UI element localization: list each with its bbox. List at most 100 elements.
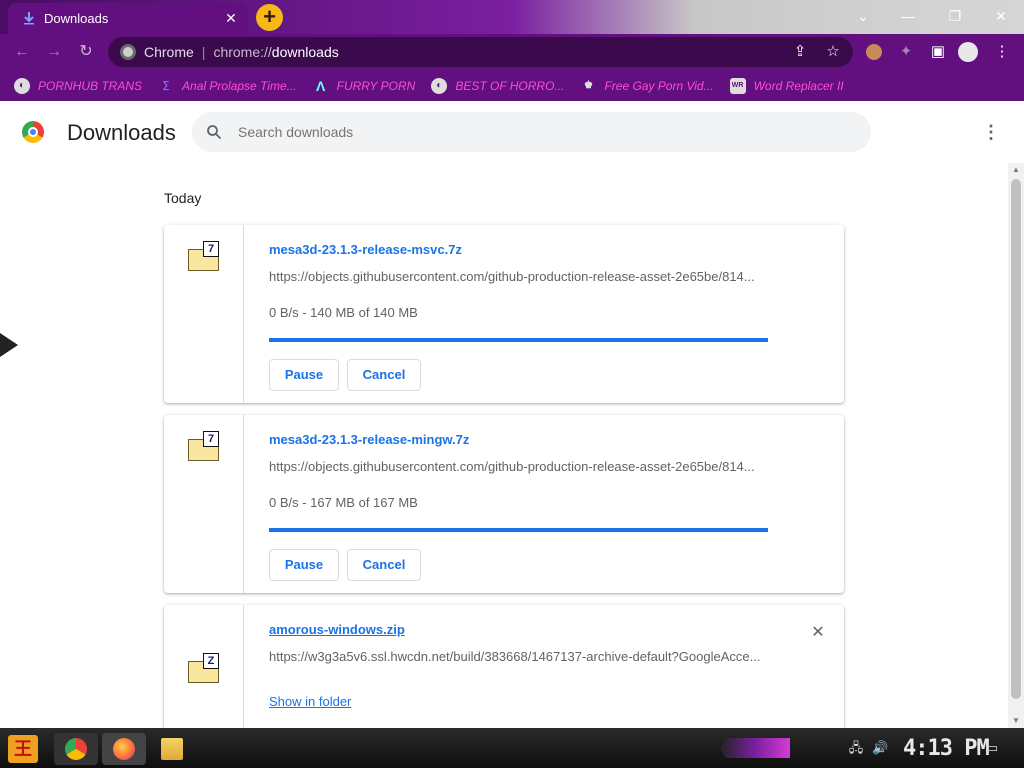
- file-name-link[interactable]: mesa3d-23.1.3-release-msvc.7z: [269, 242, 462, 257]
- toolbar: ← → ↻ Chrome | chrome:// downloads ⇪ ☆ ✦…: [0, 34, 1024, 70]
- globe-icon: ◐: [14, 77, 30, 94]
- file-name-link[interactable]: mesa3d-23.1.3-release-mingw.7z: [269, 432, 469, 447]
- bookmark-label: PORNHUB TRANS: [38, 78, 143, 93]
- url-path: downloads: [271, 44, 339, 60]
- cancel-button[interactable]: Cancel: [347, 359, 421, 391]
- bookmark-item[interactable]: ◐ PORNHUB TRANS: [14, 77, 143, 94]
- pause-button[interactable]: Pause: [269, 549, 339, 581]
- bookmark-label: Free Gay Porn Vid...: [604, 78, 714, 93]
- show-in-folder-link[interactable]: Show in folder: [269, 694, 351, 709]
- tab-strip: Downloads ✕ + ⌄ — ❐ ✕: [0, 0, 1024, 34]
- progress-bar: [269, 528, 768, 532]
- page-title: Downloads: [67, 120, 176, 145]
- download-item: 7 mesa3d-23.1.3-release-msvc.7z https://…: [164, 225, 844, 403]
- downloads-page: Downloads ⋮ ▲ ▼ Today 7 mesa3d-23.1.3-re…: [0, 101, 1024, 745]
- pause-button[interactable]: Pause: [269, 359, 339, 391]
- downloads-header: Downloads ⋮: [0, 101, 1024, 163]
- mouse-cursor-icon: [0, 333, 18, 357]
- taskbar-file-explorer[interactable]: [150, 733, 194, 765]
- source-url[interactable]: https://w3g3a5v6.ssl.hwcdn.net/build/383…: [269, 649, 769, 664]
- source-url[interactable]: https://objects.githubusercontent.com/gi…: [269, 269, 769, 284]
- bookmark-item[interactable]: ♚ Free Gay Porn Vid...: [580, 78, 714, 94]
- download-icon: [24, 12, 34, 25]
- chrome-icon: [65, 738, 87, 760]
- bookmark-label: Anal Prolapse Time...: [182, 78, 297, 93]
- address-separator: |: [201, 44, 206, 60]
- folder-icon: [161, 738, 183, 760]
- file-icon-column: 7: [164, 415, 244, 593]
- extensions-puzzle-icon[interactable]: ✦: [896, 42, 916, 62]
- taskbar-clock[interactable]: 4:13 PM: [903, 736, 990, 761]
- bookmark-item[interactable]: ∑ Anal Prolapse Time...: [158, 78, 297, 94]
- taskbar-chrome[interactable]: [54, 733, 98, 765]
- start-button[interactable]: 王: [8, 735, 38, 763]
- progress-fill: [269, 338, 768, 342]
- source-url[interactable]: https://objects.githubusercontent.com/gi…: [269, 459, 769, 474]
- firefox-icon: [113, 738, 135, 760]
- file-icon-column: 7: [164, 225, 244, 403]
- side-panel-icon[interactable]: ▣: [928, 42, 948, 62]
- scrollbar-thumb[interactable]: [1011, 179, 1021, 699]
- bookmark-item[interactable]: Λ FURRY PORN: [313, 77, 416, 94]
- taskbar-firefox[interactable]: [102, 733, 146, 765]
- bookmarks-bar: ◐ PORNHUB TRANS ∑ Anal Prolapse Time... …: [0, 70, 1024, 101]
- tab-downloads[interactable]: Downloads ✕: [8, 3, 248, 34]
- bookmark-label: Word Replacer II: [753, 78, 844, 93]
- scroll-down-arrow-icon[interactable]: ▼: [1008, 714, 1024, 728]
- profile-extension-icon[interactable]: [864, 42, 884, 62]
- cancel-button[interactable]: Cancel: [347, 549, 421, 581]
- remove-close-icon[interactable]: ✕: [808, 623, 828, 643]
- volume-icon[interactable]: 🔊: [872, 740, 888, 756]
- bookmark-star-icon[interactable]: ☆: [824, 43, 842, 61]
- tray-decoration: [720, 738, 790, 758]
- tab-close-button[interactable]: ✕: [222, 9, 240, 27]
- chrome-logo-icon: [22, 121, 44, 143]
- more-actions-menu-icon[interactable]: ⋮: [982, 121, 1000, 143]
- download-status: 0 B/s - 140 MB of 140 MB: [269, 305, 418, 320]
- tab-search-button[interactable]: ⌄: [853, 6, 873, 26]
- minimize-button[interactable]: —: [898, 6, 918, 26]
- 7z-file-icon: 7: [188, 241, 220, 271]
- progress-bar: [269, 338, 768, 342]
- tab-title: Downloads: [44, 11, 109, 26]
- download-status: 0 B/s - 167 MB of 167 MB: [269, 495, 418, 510]
- new-tab-button[interactable]: +: [256, 4, 283, 31]
- address-bar[interactable]: Chrome | chrome:// downloads ⇪ ☆: [108, 37, 853, 67]
- restore-button[interactable]: ❐: [945, 6, 965, 26]
- badge-icon: ♚: [583, 79, 593, 91]
- chrome-menu-icon[interactable]: ⋮: [992, 42, 1012, 62]
- scroll-up-arrow-icon[interactable]: ▲: [1008, 163, 1024, 177]
- taskbar: 王 🖧 🔊 4:13 PM ▭: [0, 728, 1024, 768]
- window-close-button[interactable]: ✕: [991, 6, 1011, 26]
- bookmark-label: BEST OF HORRO...: [455, 78, 565, 93]
- globe-icon: ◐: [431, 77, 448, 94]
- bookmark-item[interactable]: ◐ BEST OF HORRO...: [431, 77, 565, 94]
- zip-file-icon: Z: [188, 653, 220, 683]
- share-icon[interactable]: ⇪: [791, 43, 809, 61]
- reload-button[interactable]: ↻: [76, 42, 96, 62]
- download-item: Z amorous-windows.zip https://w3g3a5v6.s…: [164, 605, 844, 745]
- vector-icon: Λ: [315, 77, 326, 94]
- chrome-site-icon: [120, 44, 136, 60]
- bookmark-item[interactable]: WR Word Replacer II: [729, 77, 844, 94]
- profile-avatar-icon[interactable]: [958, 42, 978, 62]
- back-button[interactable]: ←: [12, 42, 32, 62]
- search-box[interactable]: [192, 112, 871, 152]
- progress-fill: [269, 528, 768, 532]
- file-icon-column: Z: [164, 605, 244, 745]
- file-name-link[interactable]: amorous-windows.zip: [269, 622, 405, 637]
- date-heading: Today: [164, 190, 202, 206]
- search-icon: [207, 125, 222, 140]
- site-name: Chrome: [144, 44, 194, 60]
- notifications-icon[interactable]: ▭: [984, 740, 1000, 756]
- download-item: 7 mesa3d-23.1.3-release-mingw.7z https:/…: [164, 415, 844, 593]
- url-scheme: chrome://: [213, 44, 272, 60]
- wr-icon: WR: [729, 77, 746, 94]
- page-scrollbar[interactable]: ▲ ▼: [1008, 163, 1024, 728]
- 7z-file-icon: 7: [188, 431, 220, 461]
- bookmark-label: FURRY PORN: [336, 78, 416, 93]
- network-icon[interactable]: 🖧: [848, 740, 864, 756]
- strata-icon: ∑: [162, 79, 170, 91]
- search-input[interactable]: [238, 124, 818, 140]
- forward-button[interactable]: →: [44, 42, 64, 62]
